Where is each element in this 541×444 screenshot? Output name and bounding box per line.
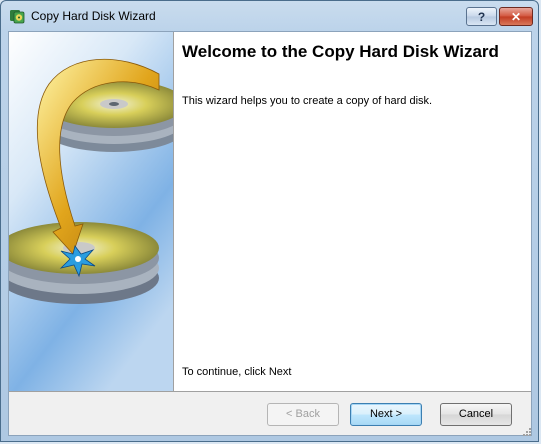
close-button[interactable]: ✕ — [499, 7, 533, 26]
title-bar[interactable]: Copy Hard Disk Wizard ? ✕ — [1, 1, 538, 31]
wizard-banner — [9, 32, 173, 391]
page-description: This wizard helps you to create a copy o… — [182, 95, 433, 107]
copy-disk-icon — [10, 10, 25, 24]
help-icon: ? — [477, 10, 486, 24]
next-button[interactable]: Next > — [350, 403, 422, 426]
help-button[interactable]: ? — [466, 7, 497, 26]
wizard-content: Welcome to the Copy Hard Disk Wizard Thi… — [174, 32, 531, 391]
wizard-client-area: Welcome to the Copy Hard Disk Wizard Thi… — [8, 31, 532, 436]
wizard-window: Copy Hard Disk Wizard ? ✕ Welcome to the… — [0, 0, 539, 442]
resize-grip-icon[interactable] — [523, 428, 531, 436]
back-button[interactable]: < Back — [267, 403, 339, 426]
window-title: Copy Hard Disk Wizard — [31, 9, 156, 23]
continue-instruction: To continue, click Next — [182, 366, 292, 378]
button-bar-divider — [9, 391, 531, 392]
disk-copy-illustration — [9, 32, 173, 391]
close-icon: ✕ — [510, 10, 522, 24]
cancel-button[interactable]: Cancel — [440, 403, 512, 426]
page-title: Welcome to the Copy Hard Disk Wizard — [182, 42, 499, 61]
